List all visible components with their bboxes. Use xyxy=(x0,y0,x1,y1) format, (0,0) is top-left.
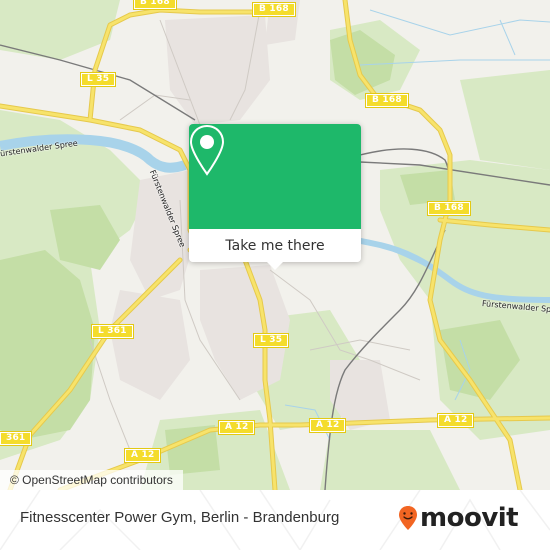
road-label-a12: A 12 xyxy=(123,448,162,463)
location-popup: Take me there xyxy=(189,124,361,270)
map-attribution[interactable]: © OpenStreetMap contributors xyxy=(0,470,183,490)
popup-pointer xyxy=(267,262,283,270)
road-label-l361: L 361 xyxy=(91,324,134,339)
moovit-logo[interactable]: moovit xyxy=(398,503,519,533)
road-label-l35: L 35 xyxy=(252,333,290,348)
road-label-b168: B 168 xyxy=(252,2,296,17)
brand-name: moovit xyxy=(420,503,519,533)
road-label-361: 361 xyxy=(0,431,33,446)
moovit-logo-icon xyxy=(399,506,417,530)
road-label-l35: L 35 xyxy=(79,72,117,87)
footer-bar: Fitnesscenter Power Gym, Berlin - Brande… xyxy=(0,490,550,550)
road-label-b168: B 168 xyxy=(427,201,471,216)
popup-header xyxy=(189,124,361,229)
road-label-b168: B 168 xyxy=(133,0,177,10)
place-name: Fitnesscenter Power Gym, Berlin - Brande… xyxy=(20,509,340,526)
map-pin-icon xyxy=(189,124,225,176)
map-view[interactable]: B 168 B 168 L 35 B 168 B 168 L 361 L 35 … xyxy=(0,0,550,490)
road-label-b168: B 168 xyxy=(365,93,409,108)
road-label-a12: A 12 xyxy=(308,418,347,433)
take-me-there-button[interactable]: Take me there xyxy=(189,229,361,262)
road-label-a12: A 12 xyxy=(436,413,475,428)
road-label-a12: A 12 xyxy=(217,420,256,435)
